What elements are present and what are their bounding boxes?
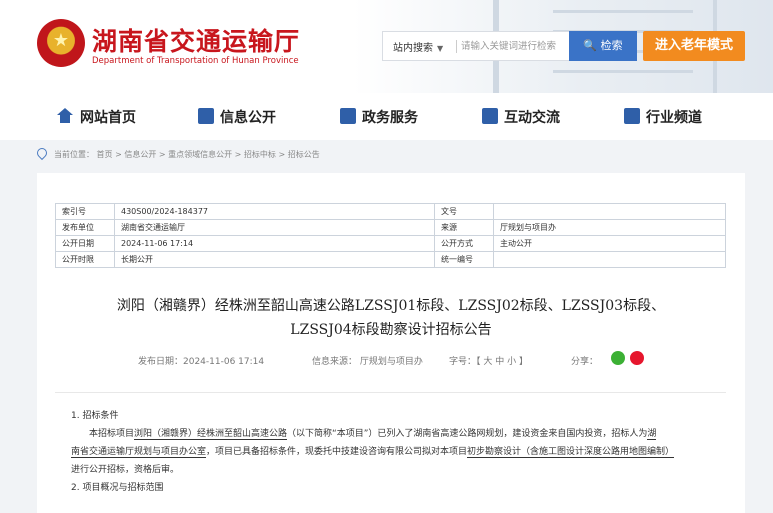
meta-value: 长期公开 <box>114 251 435 268</box>
meta-label: 发布单位 <box>55 219 115 236</box>
national-emblem-icon: ★ <box>37 19 85 67</box>
section-heading: 2. 项目概况与招标范围 <box>71 483 164 493</box>
article-title-line: LZSSJ04标段勘察设计招标公告 <box>290 322 492 338</box>
breadcrumb: 当前位置： 首页 > 信息公开 > 重点领域信息公开 > 招标中标 > 招标公告 <box>0 140 773 173</box>
chat-icon <box>482 108 498 124</box>
meta-value: 2024-11-06 17:14 <box>114 235 435 252</box>
wechat-share-icon[interactable] <box>611 351 625 365</box>
meta-label: 来源 <box>434 219 494 236</box>
paragraph: 本招标项目浏阳（湘赣界）经株洲至韶山高速公路（以下简称“本项目”）已列入了湖南省… <box>89 429 657 440</box>
channel-icon <box>624 108 640 124</box>
meta-label: 统一编号 <box>434 251 494 268</box>
weibo-share-icon[interactable] <box>630 351 644 365</box>
meta-value: 主动公开 <box>493 235 726 252</box>
search-box: 站内搜索▼ 🔍 检索 <box>382 31 637 61</box>
article-title: 浏阳（湘赣界）经株洲至韶山高速公路LZSSJ01标段、LZSSJ02标段、LZS… <box>37 294 745 342</box>
article-title-line: 浏阳（湘赣界）经株洲至韶山高速公路LZSSJ01标段、LZSSJ02标段、LZS… <box>116 298 666 314</box>
share-label: 分享： <box>571 357 599 367</box>
meta-value: 430S00/2024-184377 <box>114 203 435 220</box>
meta-label: 公开时限 <box>55 251 115 268</box>
article-panel: 索引号 430S00/2024-184377 文号 发布单位 湖南省交通运输厅 … <box>37 173 745 513</box>
home-icon <box>57 108 74 124</box>
search-icon: 🔍 <box>583 39 598 52</box>
chevron-down-icon: ▼ <box>437 44 444 53</box>
search-divider <box>456 40 457 53</box>
meta-label: 公开日期 <box>55 235 115 252</box>
meta-value <box>493 203 726 220</box>
article-body: 1. 招标条件 本招标项目浏阳（湘赣界）经株洲至韶山高速公路（以下简称“本项目”… <box>71 407 711 497</box>
font-size-control[interactable]: 字号：【 大 中 小 】 <box>449 354 528 367</box>
meta-value: 湖南省交通运输厅 <box>114 219 435 236</box>
publish-date: 发布日期：2024-11-06 17:14 <box>138 357 265 367</box>
breadcrumb-text[interactable]: 当前位置： 首页 > 信息公开 > 重点领域信息公开 > 招标中标 > 招标公告 <box>54 149 320 160</box>
nav-item-home[interactable]: 网站首页 <box>57 107 136 127</box>
search-input[interactable] <box>461 36 569 56</box>
meta-value <box>493 251 726 268</box>
main-nav: 网站首页 信息公开 政务服务 互动交流 行业频道 <box>0 93 773 140</box>
search-button[interactable]: 🔍 检索 <box>569 31 637 61</box>
section-heading: 1. 招标条件 <box>71 411 119 421</box>
document-icon <box>198 108 214 124</box>
divider <box>55 392 726 393</box>
metadata-table: 索引号 430S00/2024-184377 文号 发布单位 湖南省交通运输厅 … <box>55 203 726 268</box>
location-pin-icon <box>34 145 50 161</box>
search-scope-dropdown[interactable]: 站内搜索 ▼ <box>393 39 443 54</box>
paragraph: 南省交通运输厅规划与项目办公室，项目已具备招标条件，现委托中技建设咨询有限公司拟… <box>71 447 675 458</box>
service-icon <box>340 108 356 124</box>
meta-label: 文号 <box>434 203 494 220</box>
elder-mode-button[interactable]: 进入老年模式 <box>643 31 745 61</box>
nav-item-info[interactable]: 信息公开 <box>198 107 276 127</box>
paragraph: 进行公开招标，资格后审。 <box>71 465 180 475</box>
site-title[interactable]: 湖南省交通运输厅 <box>92 22 300 58</box>
nav-item-channel[interactable]: 行业频道 <box>624 107 702 127</box>
site-header: ★ 湖南省交通运输厅 Department of Transportation … <box>0 0 773 93</box>
site-subtitle: Department of Transportation of Hunan Pr… <box>92 56 299 66</box>
meta-value: 厅规划与项目办 <box>493 219 726 236</box>
nav-item-interact[interactable]: 互动交流 <box>482 107 560 127</box>
meta-label: 公开方式 <box>434 235 494 252</box>
meta-label: 索引号 <box>55 203 115 220</box>
publish-source: 信息来源： 厅规划与项目办 <box>312 357 423 367</box>
nav-item-service[interactable]: 政务服务 <box>340 107 418 127</box>
